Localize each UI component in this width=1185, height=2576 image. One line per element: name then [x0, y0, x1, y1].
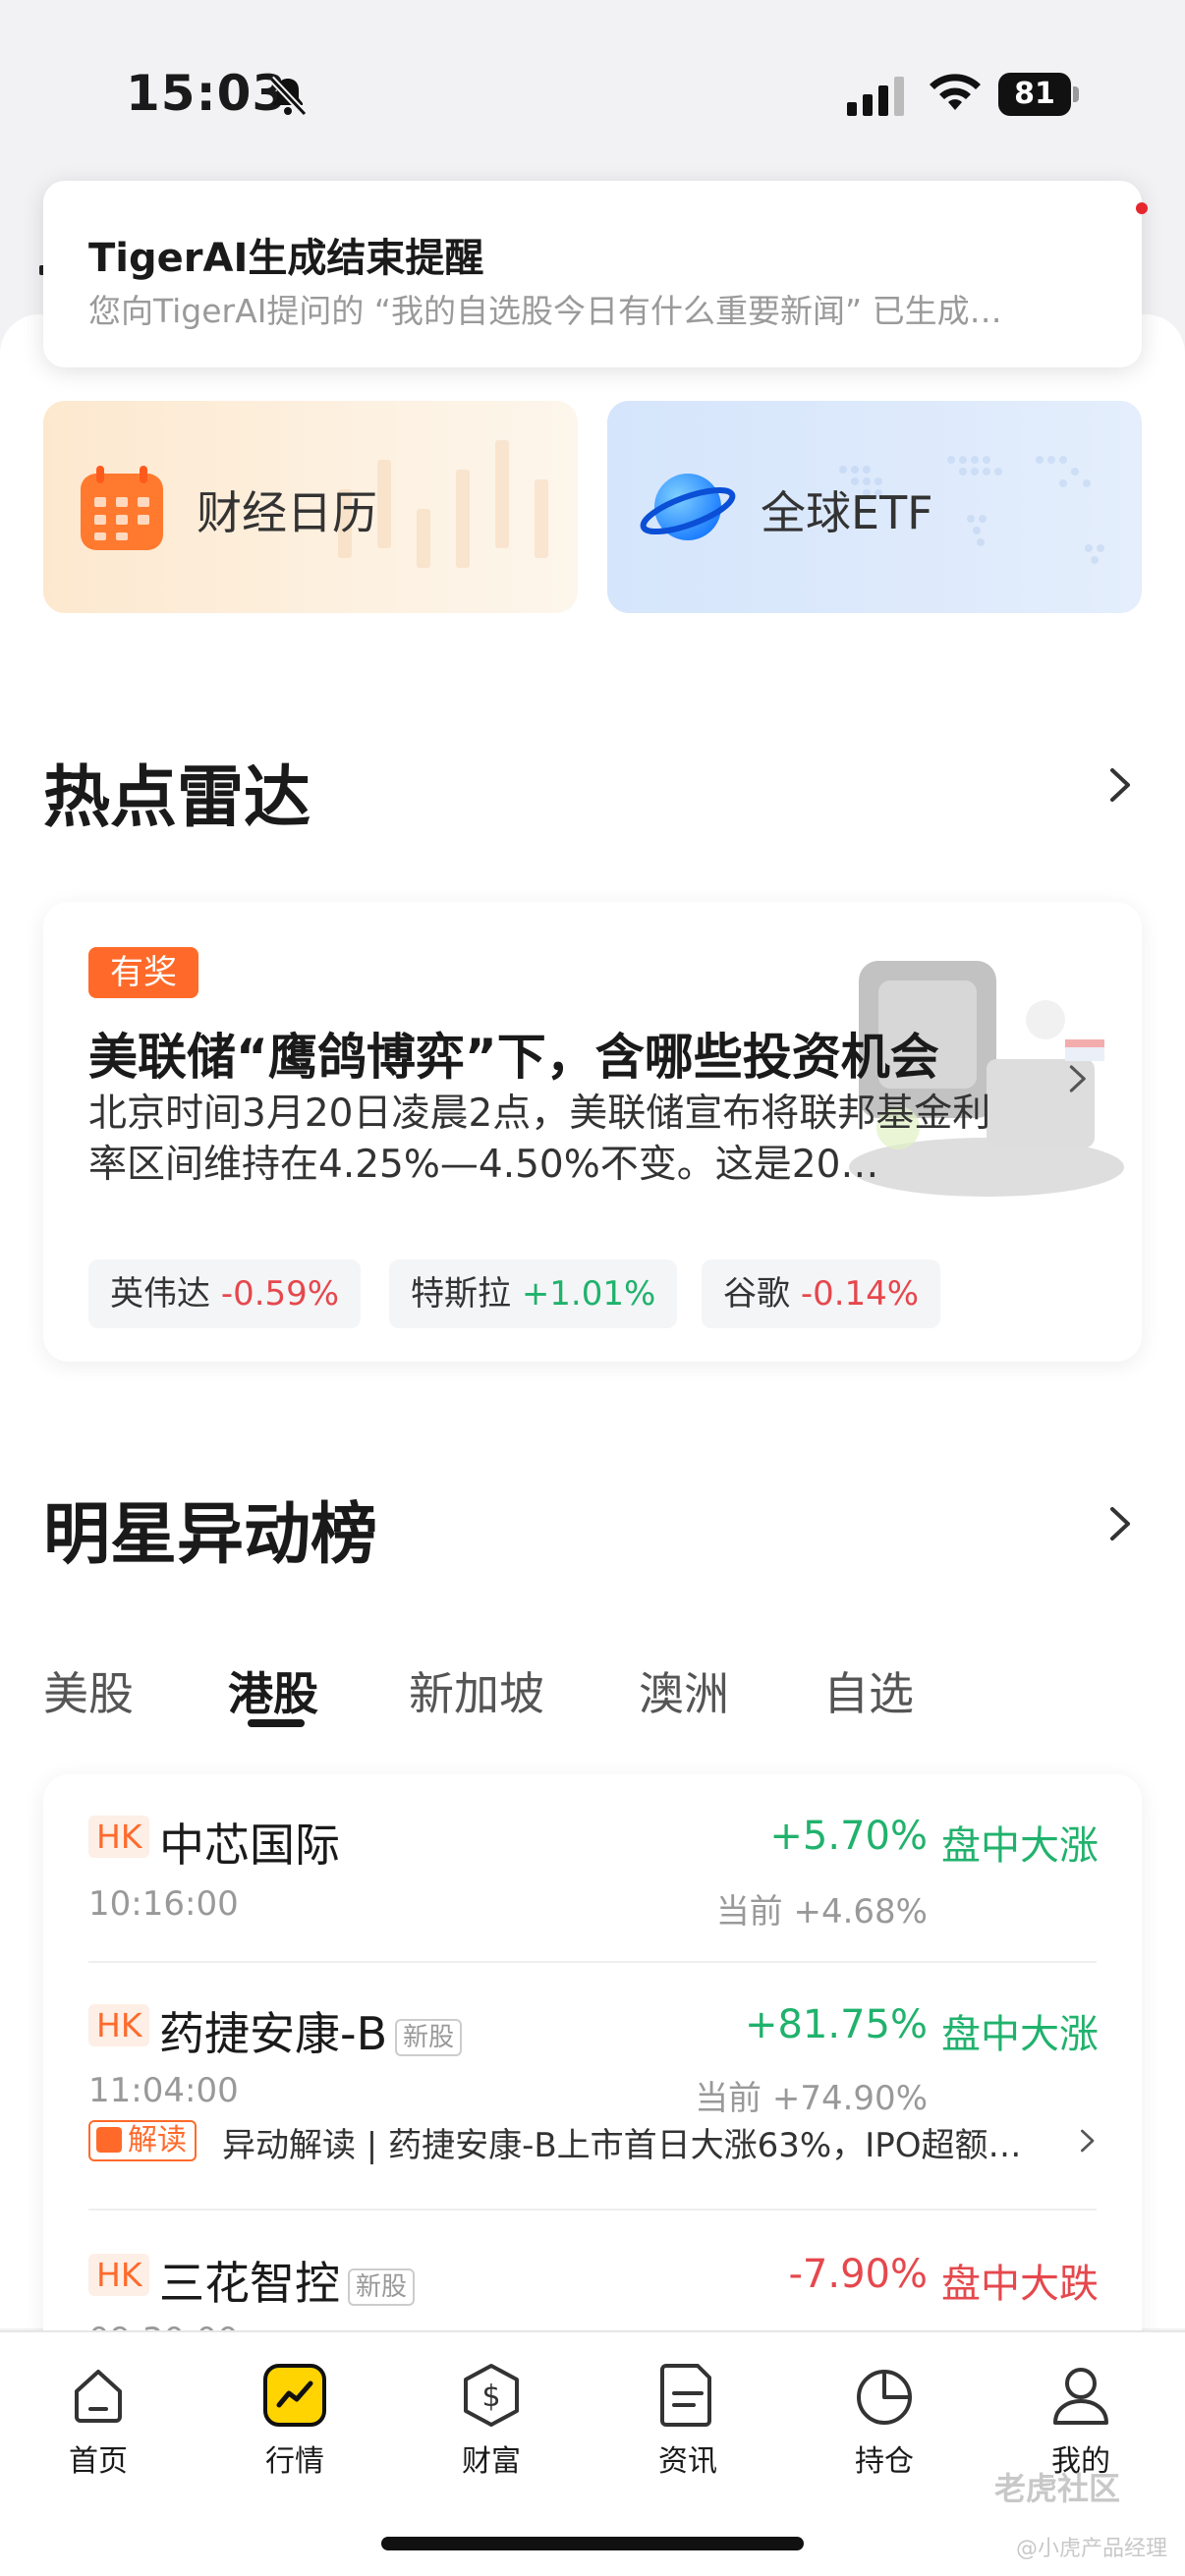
- finance-calendar-label: 财经日历: [197, 486, 377, 539]
- notification-body: 您向TigerAI提问的 “我的自选股今日有什么重要新闻” 已生成…: [88, 292, 1002, 330]
- active-tab-indicator: [248, 1719, 305, 1727]
- mover-insight[interactable]: 解读 异动解读 | 药捷安康-B上市首日大涨63%，IPO超额…: [88, 2116, 1100, 2165]
- calendar-icon: [81, 466, 163, 550]
- global-etf-label: 全球ETF: [761, 486, 933, 539]
- radar-headline: 美联储“鹰鸽博弈”下，含哪些投资机会: [88, 1029, 939, 1086]
- tab-hk-stocks[interactable]: 港股: [228, 1658, 318, 1723]
- current-change: 当前 +4.68%: [715, 1892, 928, 1932]
- insight-chevron-icon: [1081, 2129, 1095, 2153]
- svg-text:$: $: [481, 2380, 500, 2414]
- movers-title: 明星异动榜: [43, 1496, 378, 1574]
- battery-level: 81: [998, 73, 1071, 116]
- prize-badge: 有奖: [88, 947, 198, 998]
- new-listing-tag: 新股: [395, 2018, 463, 2056]
- planet-icon: [640, 474, 736, 540]
- news-icon: [660, 2364, 711, 2427]
- watermark-title: 老虎社区: [994, 2470, 1121, 2507]
- stock-change: +81.75%: [744, 2002, 928, 2047]
- home-indicator[interactable]: [381, 2537, 804, 2550]
- radar-card-chevron-icon[interactable]: [1065, 1059, 1089, 1098]
- nav-label: 首页: [69, 2444, 128, 2479]
- watermark-handle: @小虎产品经理: [1016, 2537, 1168, 2561]
- unread-dot: [1136, 202, 1148, 214]
- insight-text: 异动解读 | 药捷安康-B上市首日大涨63%，IPO超额…: [222, 2126, 1022, 2165]
- nav-label: 持仓: [855, 2444, 914, 2479]
- row-divider: [88, 1961, 1097, 1963]
- radar-stock-chip[interactable]: 英伟达 -0.59%: [88, 1260, 362, 1328]
- market-icon: [263, 2364, 326, 2427]
- nav-label: 行情: [265, 2444, 324, 2479]
- nav-news[interactable]: 资讯: [609, 2360, 766, 2480]
- stock-name[interactable]: 三花智控 新股: [159, 2248, 416, 2313]
- battery-icon: 81: [998, 73, 1079, 116]
- trend-chart-icon: [96, 2126, 122, 2153]
- tigerai-notification[interactable]: TigerAI生成结束提醒 您向TigerAI提问的 “我的自选股今日有什么重要…: [43, 181, 1142, 367]
- market-badge: HK: [88, 2004, 150, 2046]
- chip-stock-name: 英伟达: [110, 1274, 210, 1314]
- hot-radar-title: 热点雷达: [43, 759, 311, 837]
- mover-time: 11:04:00: [88, 2071, 239, 2110]
- home-icon: [75, 2370, 122, 2423]
- tab-singapore[interactable]: 新加坡: [409, 1658, 544, 1723]
- finance-calendar-card[interactable]: 财经日历: [43, 401, 578, 613]
- notification-title: TigerAI生成结束提醒: [88, 236, 484, 281]
- nav-home[interactable]: 首页: [20, 2360, 177, 2480]
- nav-label: 财富: [462, 2444, 521, 2479]
- insight-badge: 解读: [88, 2120, 197, 2161]
- stock-change: +5.70%: [769, 1814, 928, 1859]
- nav-holdings[interactable]: 持仓: [806, 2360, 963, 2480]
- movers-more-chevron-icon[interactable]: [1104, 1501, 1134, 1546]
- hot-radar-more-chevron-icon[interactable]: [1104, 762, 1134, 808]
- new-listing-tag: 新股: [348, 2268, 416, 2306]
- cellular-signal-icon: [847, 77, 904, 116]
- movers-list: HK 中芯国际 +5.70% 盘中大涨 10:16:00 当前 +4.68% H…: [43, 1774, 1142, 2364]
- mover-status: 盘中大涨: [941, 1823, 1099, 1869]
- stock-change: -7.90%: [788, 2252, 928, 2297]
- nav-label: 资讯: [658, 2444, 717, 2479]
- wifi-icon: [930, 74, 981, 110]
- market-badge: HK: [88, 2254, 150, 2296]
- status-time: 15:03: [126, 65, 288, 122]
- chip-stock-change: -0.59%: [220, 1274, 340, 1314]
- tab-watchlist[interactable]: 自选: [823, 1658, 914, 1723]
- bell-muted-icon: [268, 76, 308, 117]
- nav-wealth[interactable]: $ 财富: [413, 2360, 570, 2480]
- radar-stock-chip[interactable]: 特斯拉 +1.01%: [389, 1260, 678, 1328]
- radar-description: 北京时间3月20日凌晨2点，美联储宣布将联邦基金利率区间维持在4.25%—4.5…: [88, 1092, 991, 1187]
- tab-australia[interactable]: 澳洲: [639, 1658, 729, 1723]
- chip-stock-change: -0.14%: [800, 1274, 920, 1314]
- wealth-icon: $: [464, 2364, 519, 2427]
- stock-name[interactable]: 中芯国际: [159, 1810, 340, 1875]
- nav-profile[interactable]: 我的: [1002, 2360, 1159, 2480]
- mover-status: 盘中大涨: [941, 2012, 1099, 2057]
- hot-radar-card[interactable]: 有奖 美联储“鹰鸽博弈”下，含哪些投资机会 北京时间3月20日凌晨2点，美联储宣…: [43, 902, 1142, 1362]
- nav-market[interactable]: 行情: [216, 2360, 373, 2480]
- profile-icon: [1053, 2368, 1108, 2425]
- chip-stock-name: 谷歌: [723, 1274, 790, 1314]
- mover-time: 10:16:00: [88, 1884, 239, 1924]
- row-divider: [88, 2209, 1097, 2211]
- global-etf-card[interactable]: 全球ETF: [607, 401, 1142, 613]
- mover-status: 盘中大跌: [941, 2262, 1099, 2307]
- market-badge: HK: [88, 1816, 150, 1858]
- current-change: 当前 +74.90%: [695, 2079, 928, 2118]
- chip-stock-change: +1.01%: [521, 1274, 656, 1314]
- stock-name[interactable]: 药捷安康-B 新股: [159, 1998, 463, 2063]
- holdings-icon: [857, 2370, 912, 2425]
- chip-stock-name: 特斯拉: [411, 1274, 511, 1314]
- tab-us-stocks[interactable]: 美股: [43, 1658, 134, 1723]
- radar-stock-chip[interactable]: 谷歌 -0.14%: [702, 1260, 941, 1328]
